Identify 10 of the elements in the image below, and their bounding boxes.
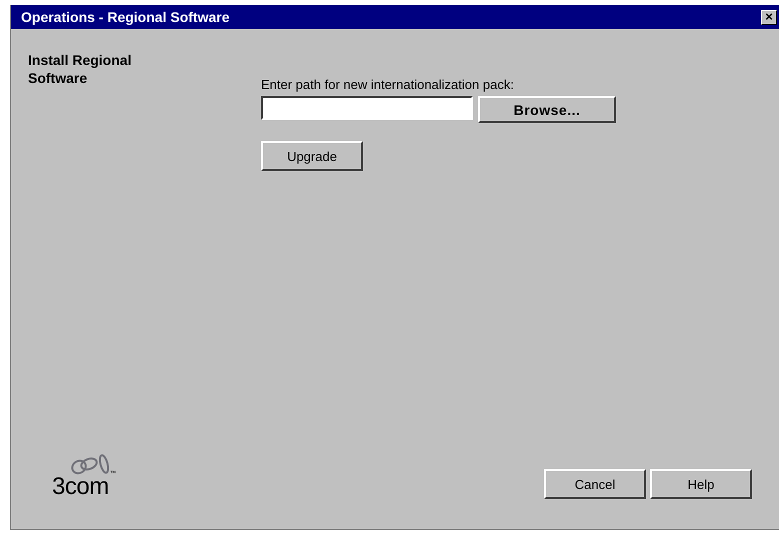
path-field[interactable] [261, 96, 473, 120]
close-button[interactable]: × [761, 10, 777, 24]
section-heading: Install Regional Software [28, 51, 132, 87]
logo-wordmark: 3com [52, 475, 109, 499]
path-label: Enter path for new internationalization pack: [261, 77, 514, 92]
cancel-button[interactable]: Cancel [544, 469, 646, 499]
browse-button[interactable]: Browse... [478, 96, 616, 123]
upgrade-button[interactable]: Upgrade [261, 141, 363, 171]
window-title: Operations - Regional Software [21, 9, 230, 25]
help-button[interactable]: Help [650, 469, 752, 499]
